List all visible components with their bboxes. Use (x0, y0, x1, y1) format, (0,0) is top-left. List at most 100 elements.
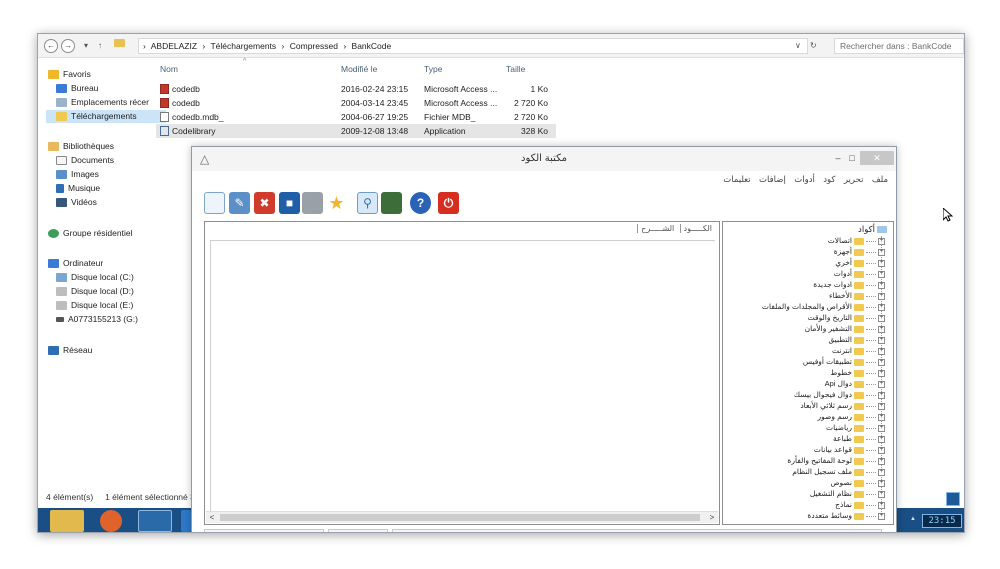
help-icon[interactable]: ? (410, 192, 431, 214)
expand-icon[interactable]: + (878, 270, 885, 278)
tree-node[interactable]: + أدوات (834, 269, 885, 279)
sidebar-item-drive-e[interactable]: Disque local (E:) (56, 299, 133, 312)
tree-node[interactable]: + التاريخ والوقت (808, 313, 885, 323)
file-explorer-taskbar-icon[interactable] (50, 510, 84, 532)
tree-node[interactable]: + ادوات جديدة (813, 280, 885, 290)
tree-node[interactable]: + خطوط (830, 368, 885, 378)
sidebar-homegroup[interactable]: Groupe résidentiel (48, 227, 132, 240)
expand-icon[interactable]: + (878, 391, 885, 399)
delete-icon[interactable]: ✖ (254, 192, 275, 214)
sidebar-item-downloads[interactable]: Téléchargements (46, 110, 166, 123)
recent-locations-icon[interactable]: ▾ (84, 41, 88, 50)
tree-node[interactable]: + طباعة (833, 434, 885, 444)
expand-icon[interactable]: + (878, 281, 885, 289)
column-header-size[interactable]: Taille (506, 64, 525, 74)
breadcrumb-item[interactable]: Compressed (290, 41, 338, 51)
expand-icon[interactable]: + (878, 380, 885, 388)
scroll-right-icon[interactable]: > (706, 512, 718, 523)
code-pane[interactable]: الكـــــود الشـــــرح < > (204, 221, 720, 525)
horizontal-scrollbar[interactable]: < > (206, 511, 718, 523)
scroll-left-icon[interactable]: < (206, 512, 218, 523)
taskbar-button[interactable] (181, 510, 191, 532)
tree-node[interactable]: + الأقراص والمجلدات والملفات (762, 302, 885, 312)
expand-icon[interactable]: + (878, 347, 885, 355)
expand-icon[interactable]: + (878, 402, 885, 410)
tree-node[interactable]: + نماذج (835, 500, 885, 510)
sidebar-libraries[interactable]: Bibliothèques (48, 140, 114, 153)
code-editor-area[interactable] (210, 240, 715, 512)
tree-node[interactable]: + الأخطاء (829, 291, 885, 301)
sidebar-computer[interactable]: Ordinateur (48, 257, 103, 270)
firefox-taskbar-icon[interactable] (100, 510, 122, 532)
expand-icon[interactable]: + (878, 413, 885, 421)
show-desktop-icon[interactable] (946, 492, 960, 506)
tree-node[interactable]: + اتصالات (828, 236, 885, 246)
file-row[interactable]: codedb 2016-02-24 23:15 Microsoft Access… (156, 82, 556, 96)
menu-help[interactable]: تعليمات (723, 174, 750, 184)
tree-node[interactable]: + رسم وصور (818, 412, 885, 422)
sidebar-item-drive-d[interactable]: Disque local (D:) (56, 285, 134, 298)
tree-node[interactable]: + أخري (835, 258, 885, 268)
breadcrumb-item[interactable]: BankCode (352, 41, 392, 51)
column-header-type[interactable]: Type (424, 64, 442, 74)
sidebar-item-bureau[interactable]: Bureau (56, 82, 98, 95)
tree-node[interactable]: + أجهزة (834, 247, 885, 257)
maximize-button[interactable]: □ (846, 151, 858, 165)
back-button[interactable]: ← (44, 39, 58, 53)
column-header-modified[interactable]: Modifié le (341, 64, 377, 74)
menu-code[interactable]: كود (823, 174, 835, 184)
tree-node[interactable]: + نظام التشغيل (810, 489, 885, 499)
explanation-column-header[interactable]: الشـــــرح (637, 224, 678, 233)
expand-icon[interactable]: + (878, 336, 885, 344)
taskbar-clock[interactable]: 23:15 (922, 514, 962, 528)
expand-icon[interactable]: + (878, 237, 885, 245)
tree-node[interactable]: + لوحة المفاتيح والفأرة (787, 456, 885, 466)
category-tree[interactable]: أكواد + اتصالات + أجهزة + أخري + أدوات + ادوات جد… (722, 221, 894, 525)
breadcrumb[interactable]: › ABDELAZIZ › Téléchargements › Compress… (138, 38, 808, 54)
tree-node[interactable]: + نصوص (830, 478, 885, 488)
tree-node[interactable]: + دوال Api (825, 379, 885, 389)
column-header-name[interactable]: Nom (160, 64, 178, 74)
expand-icon[interactable]: + (878, 446, 885, 454)
search-input[interactable]: Rechercher dans : BankCode (834, 38, 964, 54)
file-row-selected[interactable]: Codelibrary 2009-12-08 13:48 Application… (156, 124, 556, 138)
library-icon[interactable] (381, 192, 402, 214)
expand-icon[interactable]: + (878, 512, 885, 520)
sidebar-item-music[interactable]: Musique (56, 182, 100, 195)
expand-icon[interactable]: + (878, 259, 885, 267)
tree-root[interactable]: أكواد (858, 224, 887, 235)
sidebar-item-videos[interactable]: Vidéos (56, 196, 97, 209)
search-icon[interactable]: ⚲ (357, 192, 378, 214)
expand-icon[interactable]: + (878, 468, 885, 476)
notification-area[interactable]: ▲ (910, 516, 916, 522)
expand-icon[interactable]: + (878, 479, 885, 487)
expand-icon[interactable]: + (878, 358, 885, 366)
code-column-header[interactable]: الكـــــود (679, 224, 715, 233)
file-row[interactable]: codedb 2004-03-14 23:45 Microsoft Access… (156, 96, 556, 110)
new-file-icon[interactable] (204, 192, 225, 214)
tree-node[interactable]: + تطبيقات أوفيس (803, 357, 885, 367)
sidebar-favorites[interactable]: Favoris (48, 68, 91, 81)
sidebar-item-drive-c[interactable]: Disque local (C:) (56, 271, 134, 284)
expand-icon[interactable]: + (878, 501, 885, 509)
expand-icon[interactable]: + (878, 490, 885, 498)
expand-icon[interactable]: + (878, 325, 885, 333)
scrollbar-thumb[interactable] (220, 514, 700, 521)
refresh-icon[interactable]: ↻ (810, 41, 817, 50)
up-icon[interactable]: ↑ (98, 41, 102, 50)
tree-node[interactable]: + ملف تسجيل النظام (792, 467, 885, 477)
expand-icon[interactable]: + (878, 435, 885, 443)
tree-node[interactable]: + وسائط متعددة (807, 511, 885, 521)
tree-node[interactable]: + التطبيق (828, 335, 885, 345)
breadcrumb-item[interactable]: ABDELAZIZ (151, 41, 197, 51)
expand-icon[interactable]: + (878, 248, 885, 256)
expand-icon[interactable]: + (878, 457, 885, 465)
expand-icon[interactable]: + (878, 292, 885, 300)
expand-icon[interactable]: + (878, 424, 885, 432)
tree-node[interactable]: + رسم ثلاثي الأبعاد (800, 401, 885, 411)
tree-node[interactable]: + رياضيات (826, 423, 885, 433)
file-row[interactable]: codedb.mdb_ 2004-06-27 19:25 Fichier MDB… (156, 110, 556, 124)
tree-node[interactable]: + قواعد بيانات (814, 445, 885, 455)
menu-tools[interactable]: أدوات (794, 174, 815, 184)
edit-icon[interactable]: ✎ (229, 192, 250, 214)
